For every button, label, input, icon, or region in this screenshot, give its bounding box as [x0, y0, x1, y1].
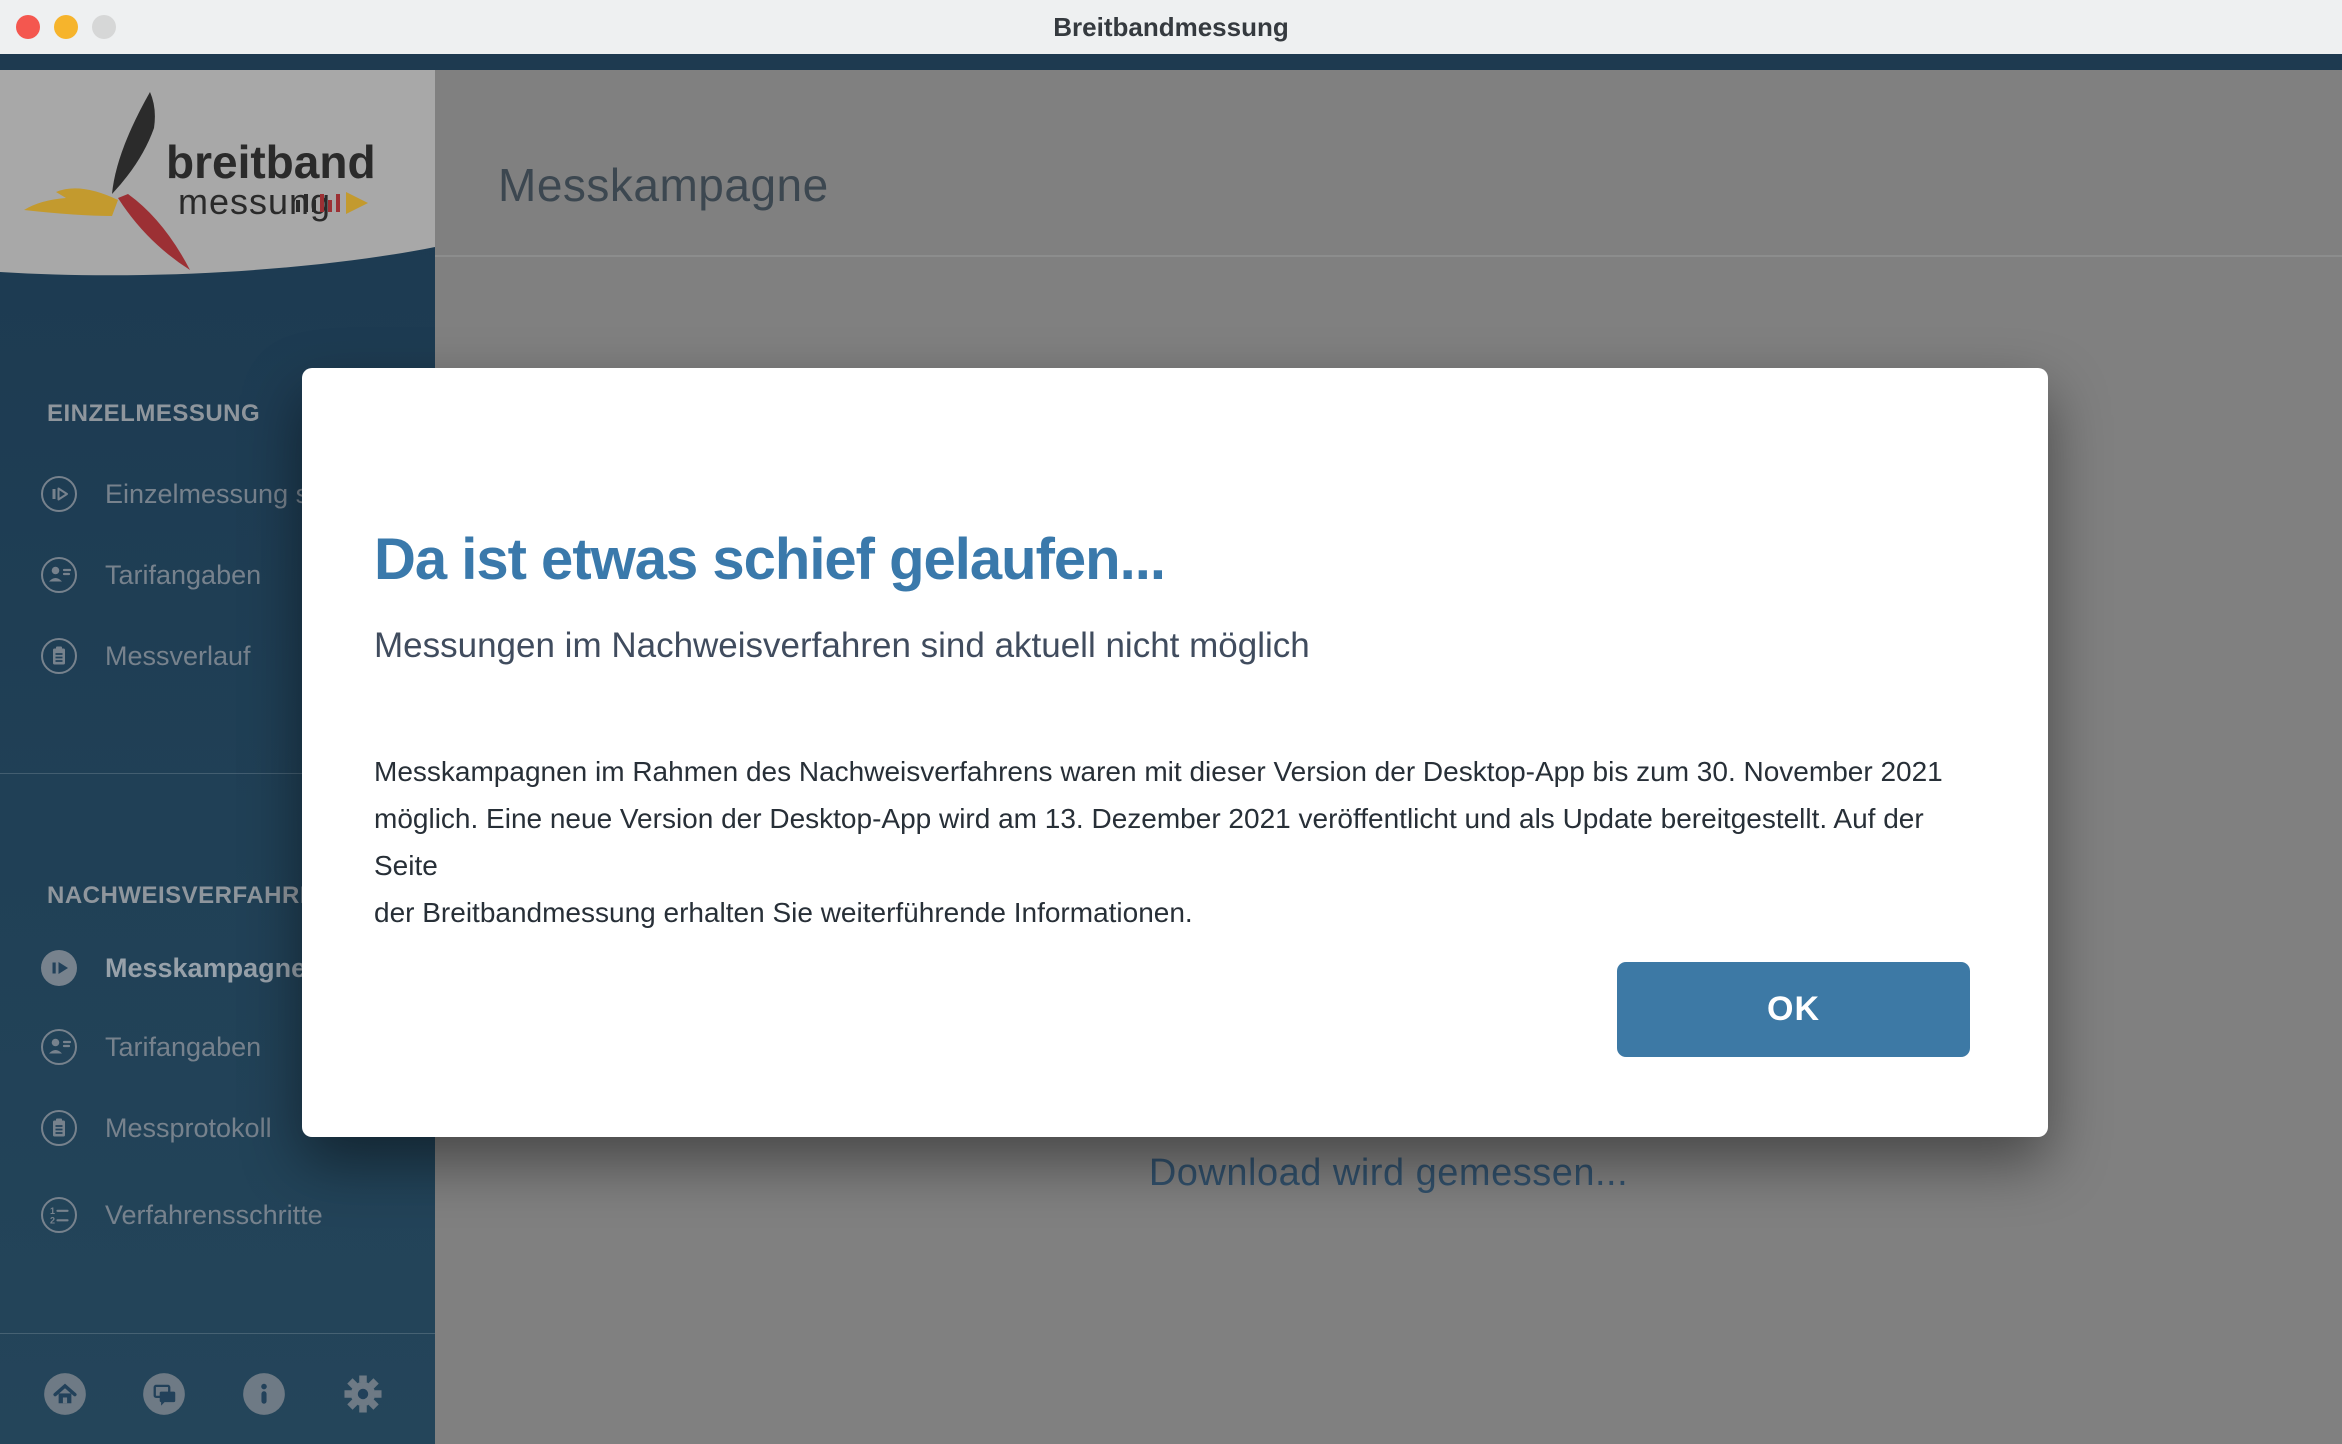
svg-text:1: 1: [50, 1206, 55, 1216]
clipboard-icon: [40, 1109, 78, 1147]
app-window: Breitbandmessung breitband messung: [0, 0, 2342, 1444]
page-title: Messkampagne: [498, 158, 829, 212]
sidebar-item-label: Messprotokoll: [105, 1113, 272, 1144]
sidebar-item-label: Tarifangaben: [105, 1032, 261, 1063]
ok-button[interactable]: OK: [1617, 962, 1970, 1057]
sidebar-item-label: Tarifangaben: [105, 560, 261, 591]
dialog-body-line: der Breitbandmessung erhalten Sie weiter…: [374, 889, 1974, 936]
sidebar-item-verfahrensschritte[interactable]: 1 2 Verfahrensschritte: [40, 1193, 435, 1237]
info-icon[interactable]: [242, 1372, 286, 1416]
top-accent-strip: [0, 54, 2342, 70]
header-divider: [435, 255, 2342, 257]
home-icon[interactable]: [43, 1372, 87, 1416]
svg-text:2: 2: [50, 1216, 55, 1226]
section-header-einzelmessung: EINZELMESSUNG: [47, 400, 260, 428]
section-header-nachweisverfahren: NACHWEISVERFAHRE: [47, 882, 316, 910]
error-dialog: Da ist etwas schief gelaufen... Messunge…: [302, 368, 2048, 1137]
dialog-subtitle: Messungen im Nachweisverfahren sind aktu…: [374, 626, 1310, 666]
gear-icon[interactable]: [341, 1372, 385, 1416]
numbered-list-icon: 1 2: [40, 1196, 78, 1234]
window-title: Breitbandmessung: [0, 0, 2342, 54]
play-circle-filled-icon: [40, 949, 78, 987]
dialog-body-line: möglich. Eine neue Version der Desktop-A…: [374, 795, 1974, 889]
chat-icon[interactable]: [142, 1372, 186, 1416]
sidebar-item-label: Messverlauf: [105, 641, 251, 672]
tariff-person-icon: [40, 1028, 78, 1066]
sidebar-item-label: Verfahrensschritte: [105, 1200, 323, 1231]
sidebar-item-label: Einzelmessung s: [105, 479, 309, 510]
app-logo: breitband messung: [0, 70, 435, 320]
tariff-person-icon: [40, 556, 78, 594]
dialog-title: Da ist etwas schief gelaufen...: [374, 526, 1165, 593]
clipboard-icon: [40, 637, 78, 675]
dialog-body: Messkampagnen im Rahmen des Nachweisverf…: [374, 748, 1974, 936]
play-circle-icon: [40, 475, 78, 513]
sidebar-item-label: Messkampagne s: [105, 953, 329, 984]
logo-text-2: messung: [178, 181, 331, 222]
breitband-logo: breitband messung: [0, 70, 435, 320]
measurement-status-text: Download wird gemessen...: [435, 1152, 2342, 1195]
sidebar-footer-divider: [0, 1333, 435, 1334]
dialog-body-line: Messkampagnen im Rahmen des Nachweisverf…: [374, 748, 1974, 795]
titlebar: Breitbandmessung: [0, 0, 2342, 54]
